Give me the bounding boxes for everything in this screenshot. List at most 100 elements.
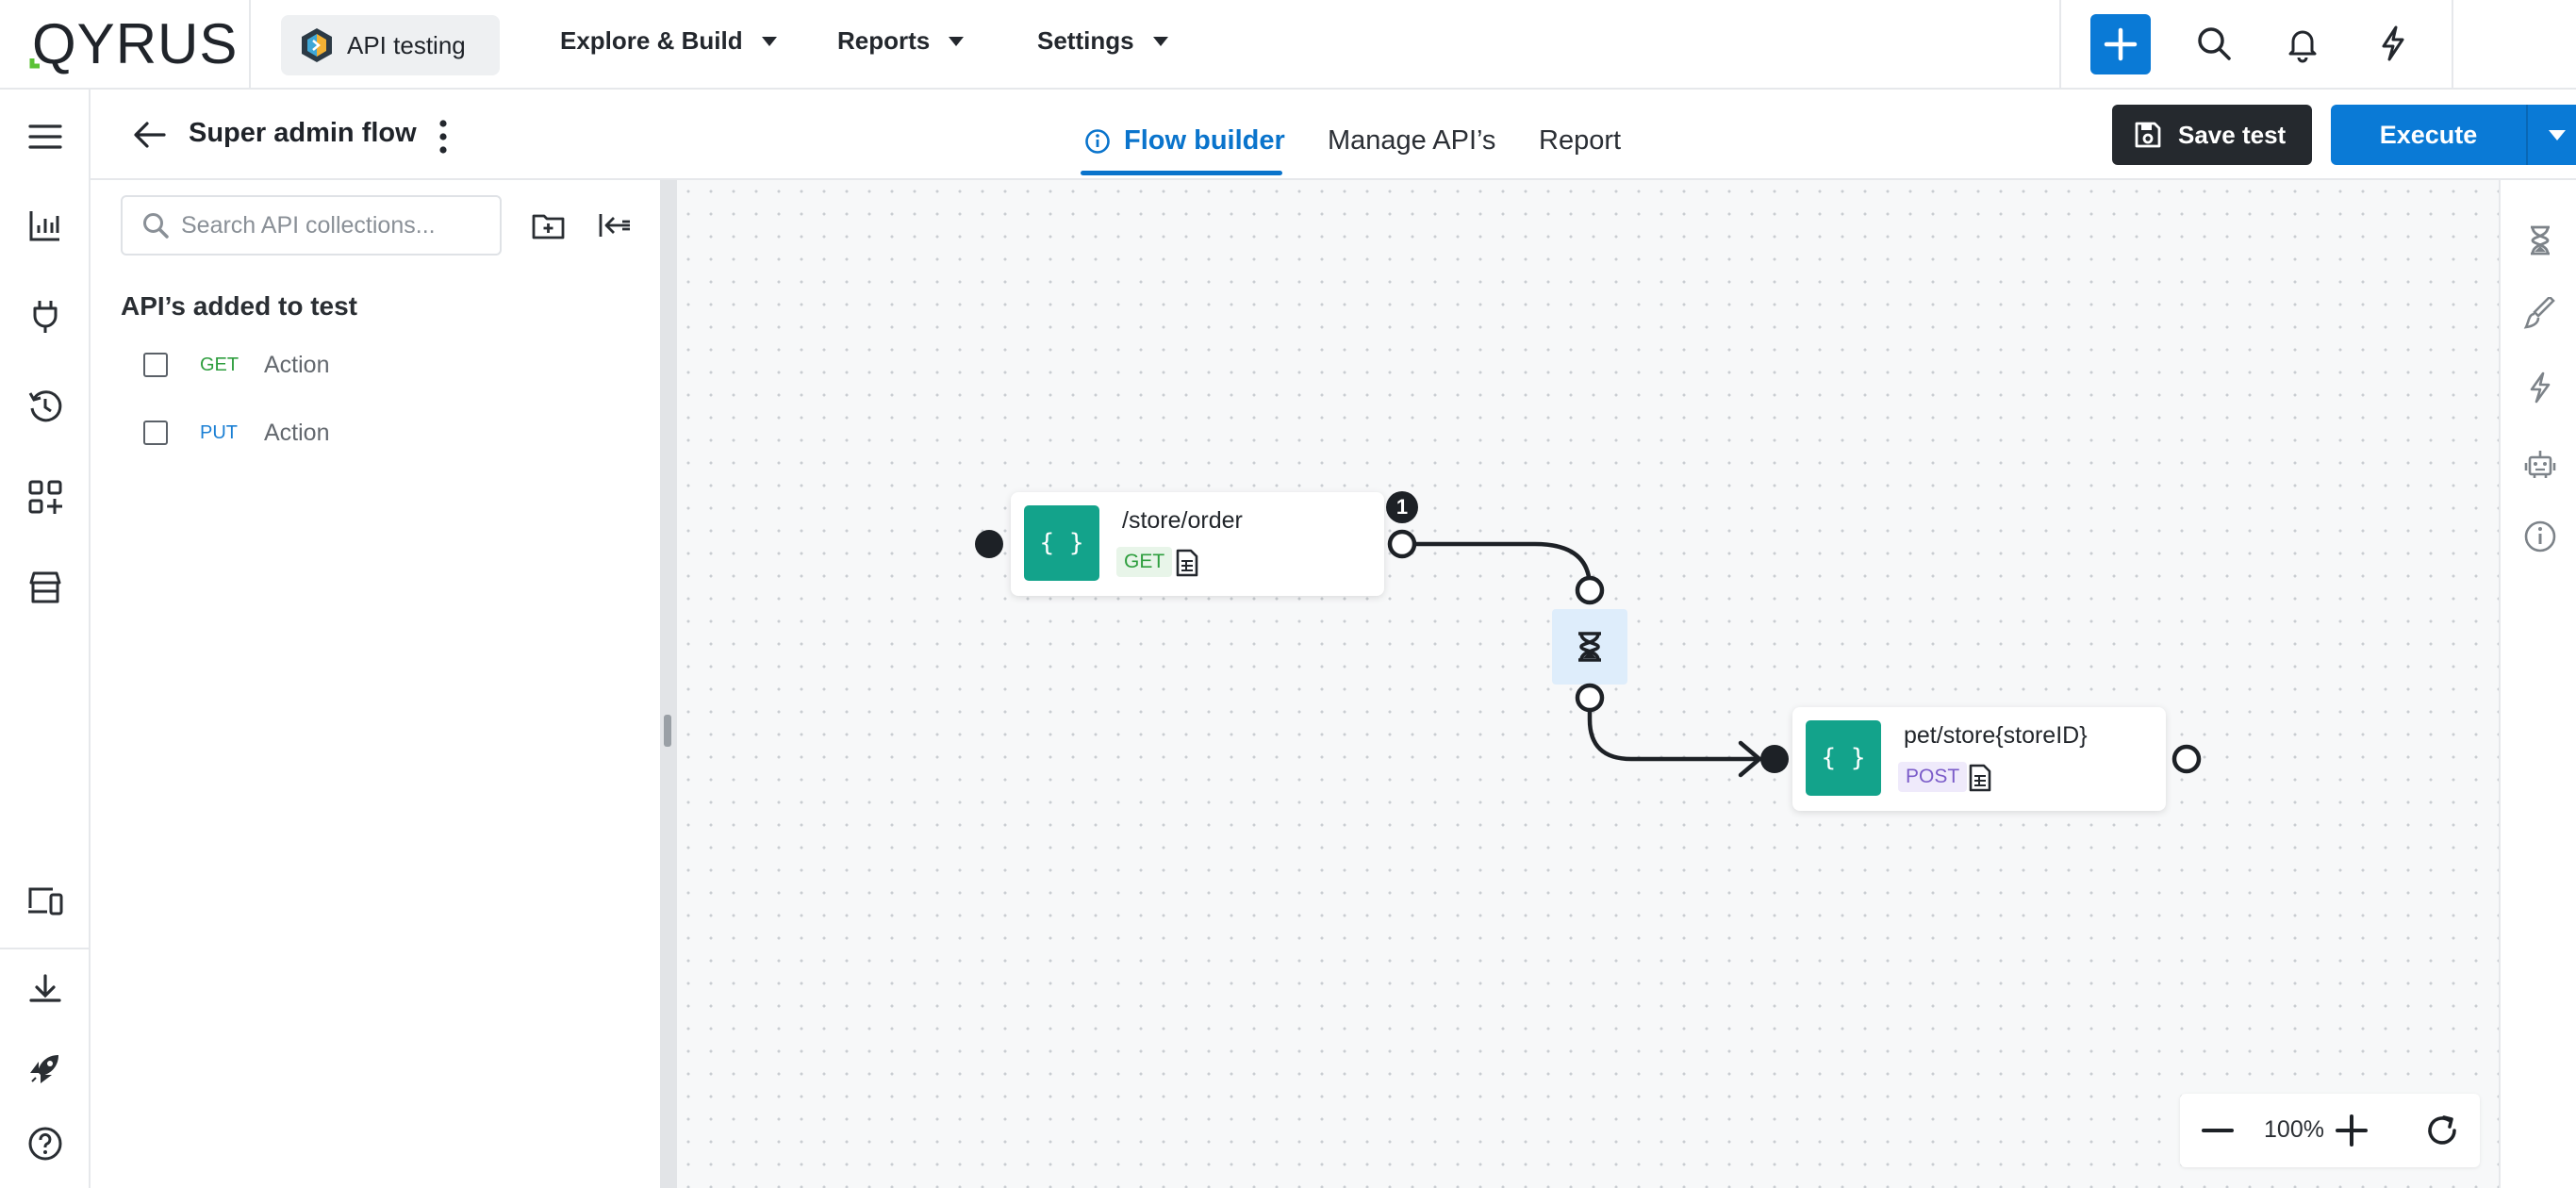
rocket-icon[interactable] [26, 1049, 64, 1087]
api-node[interactable]: { } /store/order GET [1011, 492, 1384, 596]
lightning-icon [2382, 25, 2404, 61]
api-list-item[interactable]: PUT Action [143, 414, 329, 452]
zoom-in-button[interactable] [2333, 1112, 2370, 1149]
save-test-button[interactable]: Save test [2112, 105, 2312, 165]
wait-output-port[interactable] [1574, 682, 1606, 714]
more-options-icon[interactable] [434, 118, 453, 156]
connector-line [1403, 541, 1593, 588]
step-number-badge: 1 [1386, 491, 1418, 523]
wait-input-port[interactable] [1574, 574, 1606, 606]
node-method-tag: GET [1116, 547, 1173, 577]
global-search-button[interactable] [2193, 23, 2235, 64]
menu-settings[interactable]: Settings [1037, 26, 1168, 56]
store-icon[interactable] [26, 569, 64, 606]
devices-icon[interactable] [26, 882, 64, 919]
brush-icon[interactable] [2523, 297, 2557, 331]
resize-handle[interactable] [664, 715, 671, 747]
add-folder-icon[interactable] [530, 206, 568, 244]
chevron-down-icon [949, 36, 965, 46]
search-icon [2198, 27, 2231, 60]
tab-manage-apis[interactable]: Manage API’s [1328, 125, 1495, 157]
method-tag: GET [200, 354, 239, 375]
refresh-icon [2428, 1115, 2456, 1145]
node-endpoint-path: pet/store{storeID} [1904, 722, 2088, 749]
document-icon[interactable] [1968, 764, 1992, 792]
plus-icon [2104, 27, 2138, 61]
node-method-tag: POST [1898, 762, 1968, 792]
node-input-port[interactable] [973, 528, 1005, 560]
tab-manage-apis-label: Manage API’s [1328, 125, 1496, 156]
api-node[interactable]: { } pet/store{storeID} POST [1792, 707, 2166, 811]
info-icon[interactable] [2523, 520, 2557, 553]
tab-report[interactable]: Report [1539, 125, 1621, 157]
minus-icon [2202, 1129, 2234, 1132]
rail-divider [0, 948, 91, 949]
node-output-port[interactable] [1386, 528, 1418, 560]
zoom-out-button[interactable] [2199, 1112, 2237, 1149]
hourglass-icon[interactable] [2523, 223, 2557, 257]
divider [2452, 0, 2453, 90]
wait-step-node[interactable] [1552, 609, 1627, 685]
chart-icon[interactable] [26, 206, 64, 244]
api-checkbox[interactable] [143, 421, 168, 445]
back-arrow-icon[interactable] [132, 118, 168, 152]
tab-report-label: Report [1539, 125, 1622, 156]
api-collection-panel: API’s added to test GET Action PUT Actio… [91, 180, 660, 1188]
hourglass-icon [1578, 632, 1601, 662]
search-input[interactable] [181, 211, 483, 239]
right-tool-strip [2499, 180, 2576, 1188]
api-name: Action [264, 351, 330, 378]
hamburger-icon[interactable] [26, 118, 64, 156]
quick-actions-button[interactable] [2372, 23, 2414, 64]
json-braces-icon: { } [1024, 505, 1099, 581]
node-endpoint-path: /store/order [1122, 507, 1243, 534]
history-icon[interactable] [26, 388, 64, 425]
top-navigation-bar: QYRUS API testing Explore & Build Report… [0, 0, 2576, 90]
node-output-port[interactable] [2171, 743, 2203, 775]
api-list-item[interactable]: GET Action [143, 346, 329, 384]
tab-flow-builder[interactable]: Flow builder [1084, 125, 1285, 157]
menu-settings-label: Settings [1037, 26, 1134, 55]
node-input-port[interactable] [1759, 743, 1791, 775]
menu-reports[interactable]: Reports [837, 26, 965, 56]
lightning-icon[interactable] [2523, 371, 2557, 404]
plug-icon[interactable] [26, 297, 64, 335]
menu-reports-label: Reports [837, 26, 931, 55]
section-title: API’s added to test [121, 291, 358, 321]
chevron-down-icon [2549, 129, 2566, 140]
reset-zoom-button[interactable] [2423, 1112, 2461, 1149]
zoom-controls: 100% [2180, 1094, 2480, 1167]
floppy-disk-icon [2135, 122, 2161, 148]
robot-icon[interactable] [2523, 446, 2557, 480]
download-icon[interactable] [26, 972, 64, 1010]
api-name: Action [264, 419, 330, 446]
json-braces-icon: { } [1806, 720, 1881, 796]
document-icon[interactable] [1175, 549, 1199, 577]
app-switcher-api-testing[interactable]: API testing [281, 15, 500, 75]
left-navigation-rail [0, 90, 91, 1188]
execute-options-dropdown[interactable] [2526, 105, 2576, 165]
divider [249, 0, 251, 90]
api-checkbox[interactable] [143, 353, 168, 377]
menu-explore-build-label: Explore & Build [560, 26, 743, 55]
apps-add-icon[interactable] [26, 478, 64, 516]
panel-resize-splitter[interactable] [660, 180, 677, 1188]
page-title: Super admin flow [189, 118, 417, 148]
save-test-label: Save test [2178, 120, 2287, 149]
bell-icon [2288, 30, 2317, 63]
menu-explore-build[interactable]: Explore & Build [560, 26, 777, 56]
create-new-button[interactable] [2090, 14, 2151, 74]
plus-icon [2336, 1114, 2368, 1147]
help-icon[interactable] [26, 1125, 64, 1163]
search-api-collections[interactable] [121, 195, 502, 256]
active-tab-indicator [1081, 171, 1282, 175]
qyrus-logo[interactable]: QYRUS [26, 16, 237, 73]
method-tag: PUT [200, 421, 238, 443]
notifications-button[interactable] [2282, 23, 2323, 64]
collapse-panel-icon[interactable] [596, 206, 634, 244]
chevron-down-icon [1152, 36, 1168, 46]
flow-canvas[interactable]: { } /store/order GET 1 { } pet/store{sto… [677, 180, 2499, 1188]
zoom-level: 100% [2264, 1116, 2324, 1143]
execute-button[interactable]: Execute [2331, 105, 2526, 165]
tab-flow-builder-label: Flow builder [1124, 125, 1285, 156]
